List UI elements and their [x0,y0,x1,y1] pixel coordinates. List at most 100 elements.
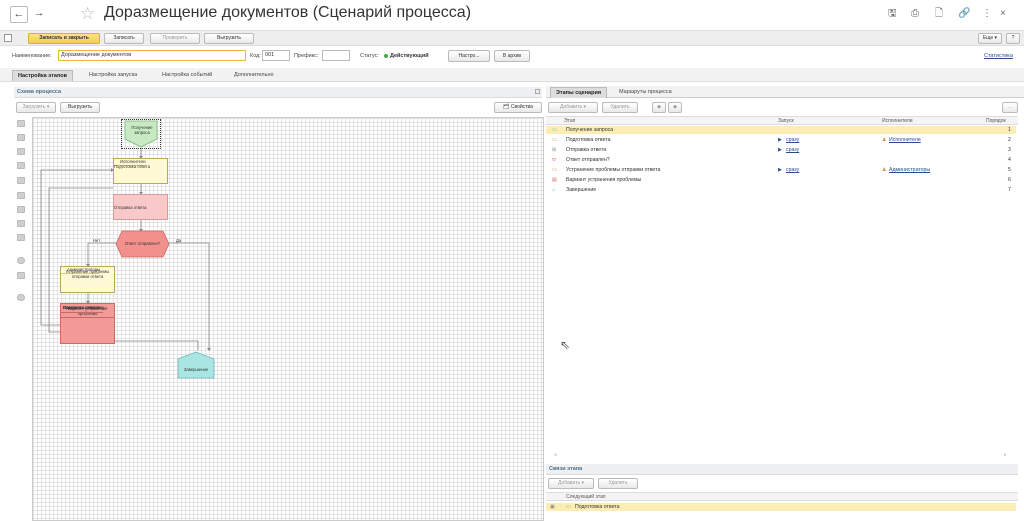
palette-link-icon[interactable] [17,134,25,141]
action-stage-icon: ▭ [552,167,557,173]
menu-icon[interactable] [4,34,12,42]
move-down-icon[interactable]: ◆ [668,102,682,113]
executors-cell[interactable]: Администраторы [889,166,930,174]
node-end[interactable]: Завершение [179,367,213,372]
palette-choice-icon[interactable] [17,206,25,213]
tab-stages[interactable]: Настройка этапов [12,70,74,81]
title-bar: ← → ☆ Доразмещение документов (Сценарий … [0,0,1024,30]
launch-cell[interactable]: сразу [786,166,799,174]
export-button[interactable]: Выгрузить [204,33,254,44]
link-row-icon: ▣ [550,504,555,510]
node-decision[interactable]: Ответ отправлен? [117,241,168,246]
table-row[interactable]: ▭ Подготовка ответа ▶ сразу ♟ Исполнител… [546,136,1016,144]
link-icon[interactable]: 🔗 [958,8,970,20]
tab-launch[interactable]: Настройка запуска [84,70,142,81]
form-header: Наименование: Доразмещение документов Ко… [0,47,1024,67]
palette-merge-icon[interactable] [17,234,25,241]
help-button[interactable]: ? [1006,33,1020,44]
table-row[interactable]: ⊞ Отправка ответа ▶ сразу 3 [546,146,1016,154]
node-start[interactable]: Получение запроса [126,125,158,135]
launch-cell[interactable]: сразу [786,136,799,144]
stage-cell: Получение запроса [566,127,614,133]
order-cell: 1 [1008,127,1011,133]
order-cell: 4 [1008,157,1011,163]
send-stage-icon: ⊞ [552,147,557,153]
node-prep[interactable]: Исполнители Подготовка ответа [113,158,168,184]
settings-button[interactable]: Настро... [448,50,490,62]
add-link-button[interactable]: Добавить ▾ [548,478,594,489]
process-diagram-canvas[interactable]: Получение запроса Исполнители Подготовка… [32,117,544,521]
name-input[interactable]: Доразмещение документов [58,50,246,61]
table-row[interactable]: ▭ Устранение проблемы отправки ответа ▶ … [546,166,1016,174]
close-icon[interactable]: × [1000,8,1006,20]
save-close-button[interactable]: Записать и закрыть [28,33,100,44]
palette-split-icon[interactable] [17,220,25,227]
col-order: Порядок [986,118,1006,124]
check-button[interactable]: Проверить [150,33,200,44]
prefix-input[interactable] [322,50,350,61]
more-button[interactable]: Еще ▾ [978,33,1002,44]
archive-button[interactable]: В архив [494,50,530,62]
stage-cell: Подготовка ответа [566,137,611,143]
preview-icon[interactable]: 🗋 [935,8,943,20]
action-stage-icon: ▭ [552,137,557,143]
executors-cell[interactable]: Исполнители [889,136,921,144]
right-tab-bar: Этапы сценария Маршруты процесса [546,86,1024,98]
order-cell: 3 [1008,147,1011,153]
more-actions-icon[interactable]: … [1002,102,1018,113]
load-button[interactable]: Загрузить ▾ [16,102,56,113]
table-row[interactable]: ⬭ Ответ отправлен? 4 [546,156,1016,164]
page-title: Доразмещение документов (Сценарий процес… [104,4,472,21]
palette-event-icon[interactable] [17,257,25,264]
palette-end-icon[interactable] [17,272,25,279]
play-icon: ▶ [778,147,782,153]
node-variant[interactable]: Вариант устранения проблемы Отправить по… [60,303,115,344]
collapse-icon[interactable] [535,89,540,94]
start-stage-icon: ▭ [552,127,557,133]
unload-button[interactable]: Выгрузить [60,102,100,113]
node-variant-option[interactable]: Прекратить отправку [61,304,104,312]
code-input[interactable]: 001 [262,50,290,61]
tab-scenario-stages[interactable]: Этапы сценария [550,87,608,98]
palette-action-icon[interactable] [17,162,25,169]
delete-link-button[interactable]: Удалить [598,478,638,489]
palette-subprocess-icon[interactable] [17,177,25,184]
action-stage-icon: ▭ [566,504,571,510]
status-label: Статус: [360,53,379,59]
save-button[interactable]: Записать [104,33,144,44]
palette-start-icon[interactable] [17,148,25,155]
toolbar: Записать и закрыть Записать Проверить Вы… [0,30,1024,46]
delete-stage-button[interactable]: Удалить [602,102,638,113]
move-up-icon[interactable]: ◆ [652,102,666,113]
scroll-right-icon[interactable]: ▸ [1004,452,1007,458]
node-fix[interactable]: Администраторы Устранение проблемы отпра… [60,266,115,293]
table-row[interactable]: ▭ Получение запроса 1 [546,126,1016,134]
properties-button[interactable]: 🗂 Свойства [494,102,542,113]
table-row[interactable]: ▣ ▭ Подготовка ответа [546,503,1016,511]
condition-stage-icon: ⬭ [552,157,557,163]
more-icon[interactable]: ⋮ [982,8,992,20]
tab-additional[interactable]: Дополнительно [229,70,279,81]
tab-process-routes[interactable]: Маршруты процесса [614,87,677,98]
node-send[interactable]: Отправка ответа [113,194,168,220]
stage-cell: Завершение [566,187,597,193]
add-stage-button[interactable]: Добавить ▾ [548,102,598,113]
tab-events[interactable]: Настройка событий [157,70,217,81]
launch-cell[interactable]: сразу [786,146,799,154]
end-stage-icon: ⌂ [552,187,556,193]
palette-pointer-icon[interactable] [17,120,25,127]
scroll-left-icon[interactable]: ◂ [554,452,557,458]
save-icon[interactable]: 🖫 [888,8,897,20]
palette-decoration-icon[interactable] [17,294,25,301]
back-button[interactable]: ← [10,6,28,23]
col-next-stage: Следующий этап [566,494,606,500]
print-icon[interactable]: ⎙ [911,8,919,20]
table-row[interactable]: ⌂ Завершение 7 [546,186,1016,194]
palette-condition-icon[interactable] [17,192,25,199]
user-icon: ♟ [882,167,887,173]
table-row[interactable]: ▤ Вариант устранения проблемы 6 [546,176,1016,184]
mouse-cursor-icon: ⇖ [560,338,571,352]
favorite-star-icon[interactable]: ☆ [80,5,95,22]
forward-button[interactable]: → [30,6,48,23]
stats-link[interactable]: Статистика [984,53,1013,59]
